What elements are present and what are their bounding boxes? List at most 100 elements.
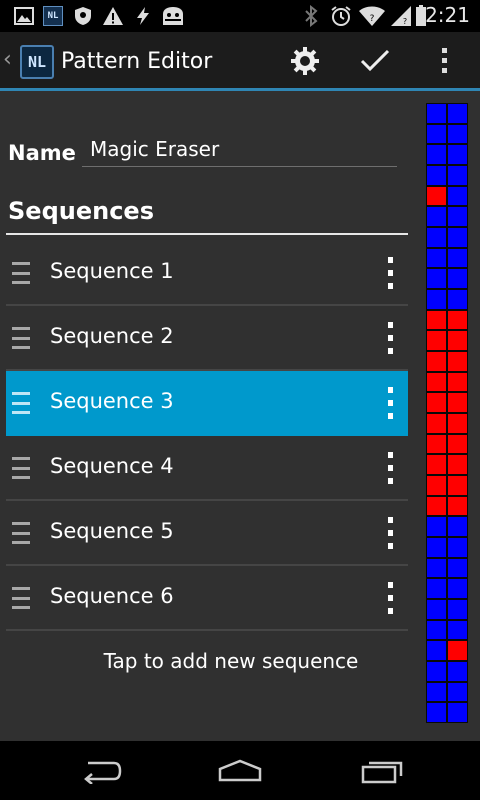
- pattern-cell[interactable]: [426, 350, 447, 372]
- pattern-cell[interactable]: [447, 247, 468, 269]
- sequence-overflow-icon[interactable]: [378, 257, 402, 289]
- pattern-cell[interactable]: [426, 226, 447, 248]
- pattern-cell[interactable]: [447, 474, 468, 496]
- pattern-cell[interactable]: [447, 103, 468, 124]
- pattern-cell[interactable]: [447, 371, 468, 393]
- pattern-cell[interactable]: [426, 474, 447, 496]
- sequence-row[interactable]: Sequence 2: [6, 306, 408, 371]
- pattern-cell[interactable]: [426, 206, 447, 227]
- pattern-cell[interactable]: [447, 516, 468, 537]
- sequence-label: Sequence 3: [50, 389, 174, 413]
- back-button[interactable]: [60, 749, 140, 793]
- pattern-cell[interactable]: [426, 412, 447, 434]
- pattern-cell[interactable]: [447, 309, 468, 331]
- sequence-row[interactable]: Sequence 1: [6, 241, 408, 306]
- drag-handle-icon[interactable]: [12, 262, 30, 284]
- pattern-cell[interactable]: [447, 598, 468, 620]
- drag-handle-icon[interactable]: [12, 522, 30, 544]
- pattern-cell[interactable]: [447, 226, 468, 248]
- sequence-overflow-icon[interactable]: [378, 387, 402, 419]
- sequence-overflow-icon[interactable]: [378, 322, 402, 354]
- pattern-cell[interactable]: [447, 495, 468, 517]
- pattern-cell[interactable]: [447, 330, 468, 351]
- overflow-menu-icon: [442, 48, 447, 73]
- pattern-cell[interactable]: [426, 247, 447, 269]
- pattern-cell[interactable]: [447, 123, 468, 145]
- svg-text:?: ?: [403, 17, 407, 26]
- pattern-cell[interactable]: [426, 371, 447, 393]
- confirm-button[interactable]: [351, 38, 399, 84]
- pattern-cell[interactable]: [447, 185, 468, 207]
- pattern-cell[interactable]: [426, 536, 447, 558]
- pattern-cell[interactable]: [447, 619, 468, 641]
- pattern-cell[interactable]: [447, 433, 468, 455]
- pattern-cell[interactable]: [426, 578, 447, 599]
- sequence-overflow-icon[interactable]: [378, 452, 402, 484]
- add-sequence-button[interactable]: Tap to add new sequence: [6, 649, 456, 673]
- pattern-cell[interactable]: [426, 123, 447, 145]
- sequence-overflow-icon[interactable]: [378, 517, 402, 549]
- pattern-cell[interactable]: [447, 164, 468, 186]
- pattern-cell[interactable]: [426, 433, 447, 455]
- pattern-cell[interactable]: [426, 660, 447, 682]
- pattern-cell[interactable]: [447, 640, 468, 661]
- pattern-cell[interactable]: [447, 557, 468, 579]
- pattern-cell[interactable]: [426, 495, 447, 517]
- name-label: Name: [8, 141, 76, 165]
- sequence-row[interactable]: Sequence 6: [6, 566, 408, 631]
- sequences-heading: Sequences: [8, 197, 154, 225]
- sequence-label: Sequence 2: [50, 324, 174, 348]
- sequence-row[interactable]: Sequence 5: [6, 501, 408, 566]
- pattern-cell[interactable]: [426, 144, 447, 165]
- app-logo[interactable]: NL: [20, 45, 54, 79]
- pattern-cell[interactable]: [426, 681, 447, 703]
- pattern-cell[interactable]: [447, 392, 468, 413]
- pattern-cell[interactable]: [426, 702, 447, 723]
- pattern-cell[interactable]: [447, 268, 468, 289]
- pattern-cell[interactable]: [447, 412, 468, 434]
- pattern-cell[interactable]: [426, 330, 447, 351]
- checkmark-icon: [360, 49, 390, 72]
- sequence-row[interactable]: Sequence 3: [6, 371, 408, 436]
- overflow-menu-button[interactable]: [421, 38, 469, 84]
- name-field[interactable]: [82, 131, 397, 167]
- drag-handle-icon[interactable]: [12, 457, 30, 479]
- sequence-overflow-icon[interactable]: [378, 582, 402, 614]
- pattern-cell[interactable]: [447, 702, 468, 723]
- pattern-cell[interactable]: [447, 144, 468, 165]
- pattern-cell[interactable]: [426, 288, 447, 310]
- pattern-cell[interactable]: [426, 640, 447, 661]
- pattern-cell[interactable]: [426, 516, 447, 537]
- pattern-cell[interactable]: [426, 164, 447, 186]
- pattern-cell[interactable]: [426, 557, 447, 579]
- pattern-cell[interactable]: [447, 350, 468, 372]
- home-button[interactable]: [200, 749, 280, 793]
- sequence-label: Sequence 5: [50, 519, 174, 543]
- up-navigation-icon[interactable]: ‹: [3, 47, 12, 72]
- alarm-icon: [330, 4, 352, 28]
- drag-handle-icon[interactable]: [12, 587, 30, 609]
- drag-handle-icon[interactable]: [12, 327, 30, 349]
- pattern-cell[interactable]: [447, 536, 468, 558]
- pattern-cell[interactable]: [426, 598, 447, 620]
- pattern-cell[interactable]: [426, 268, 447, 289]
- settings-button[interactable]: [281, 38, 329, 84]
- pattern-cell[interactable]: [447, 681, 468, 703]
- pattern-cell[interactable]: [447, 288, 468, 310]
- recent-apps-button[interactable]: [342, 749, 422, 793]
- pattern-cell[interactable]: [426, 619, 447, 641]
- pattern-cell[interactable]: [447, 660, 468, 682]
- drag-handle-icon[interactable]: [12, 392, 30, 414]
- pattern-cell[interactable]: [426, 185, 447, 207]
- pattern-cell[interactable]: [447, 578, 468, 599]
- pattern-cell[interactable]: [447, 454, 468, 475]
- pattern-cell[interactable]: [426, 454, 447, 475]
- pattern-cell[interactable]: [426, 103, 447, 124]
- pattern-cell[interactable]: [447, 206, 468, 227]
- sequence-row[interactable]: Sequence 4: [6, 436, 408, 501]
- warning-icon: [102, 4, 124, 28]
- pattern-cell[interactable]: [426, 392, 447, 413]
- settings-icon: [291, 47, 319, 75]
- pattern-preview-grid[interactable]: [426, 103, 468, 723]
- pattern-cell[interactable]: [426, 309, 447, 331]
